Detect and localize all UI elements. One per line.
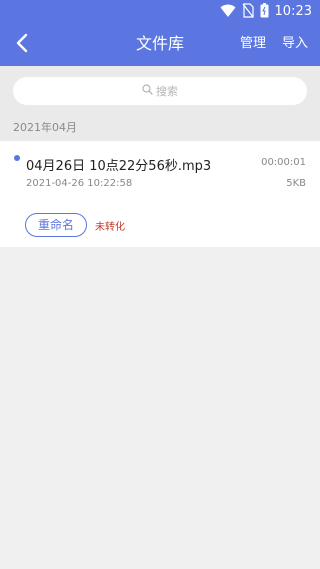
battery-icon: [260, 2, 269, 22]
rename-button[interactable]: 重命名: [25, 213, 87, 237]
group-header: 2021年04月: [0, 115, 320, 141]
status-icons: 10:23: [220, 2, 312, 22]
page-title: 文件库: [135, 34, 184, 53]
unread-dot: [14, 155, 20, 161]
status-bar: 10:23: [0, 0, 320, 24]
search-icon: [142, 84, 153, 98]
import-button[interactable]: 导入: [282, 24, 308, 66]
no-sim-icon: [242, 2, 254, 22]
list-item[interactable]: 04月26日 10点22分56秒.mp3 00:00:01 2021-04-26…: [0, 141, 320, 247]
file-date: 2021-04-26 10:22:58: [26, 178, 133, 189]
back-button[interactable]: [8, 31, 36, 59]
wifi-icon: [220, 3, 236, 22]
status-time: 10:23: [274, 4, 312, 19]
search-area: 搜索: [0, 66, 320, 115]
manage-button[interactable]: 管理: [240, 24, 266, 66]
search-input[interactable]: 搜索: [13, 77, 307, 105]
file-duration: 00:00:01: [261, 157, 306, 168]
chevron-left-icon: [15, 33, 29, 57]
file-size: 5KB: [286, 178, 306, 189]
status-badge: 未转化: [95, 222, 125, 233]
app-bar: 文件库 管理 导入: [0, 24, 320, 66]
file-name: 04月26日 10点22分56秒.mp3: [26, 159, 212, 174]
search-placeholder: 搜索: [156, 85, 178, 98]
